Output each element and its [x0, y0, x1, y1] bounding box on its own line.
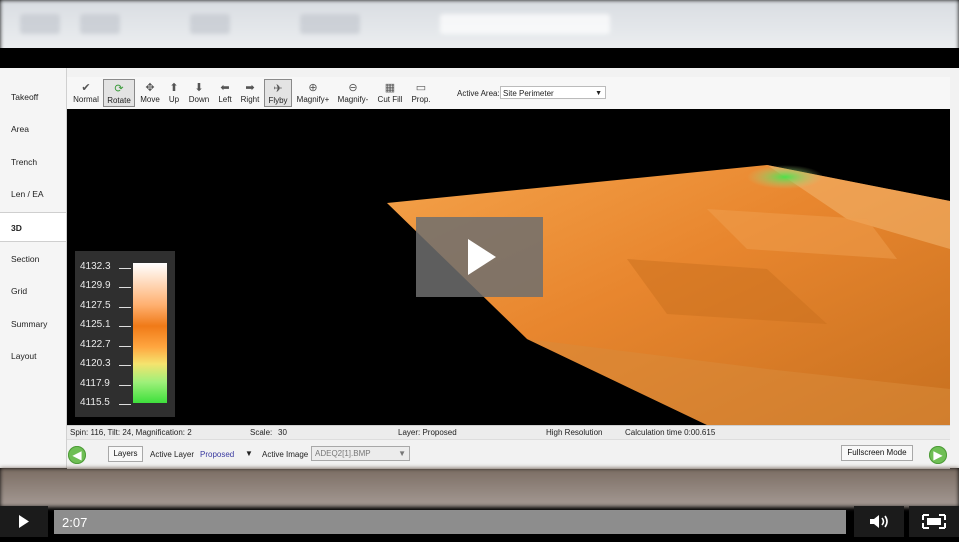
active-layer-label: Active Layer — [150, 450, 195, 459]
rotate-icon: ⟳ — [114, 83, 124, 95]
time-display: 2:07 — [62, 515, 88, 530]
magnify-plus-tool-button[interactable]: ⊕ Magnify+ — [295, 79, 331, 107]
properties-icon: ▭ — [415, 82, 427, 94]
scale-label: Scale: — [250, 428, 273, 437]
chevron-down-icon: ▼ — [595, 90, 602, 97]
blurred-footer — [0, 468, 959, 507]
legend-value: 4122.7 — [80, 339, 111, 350]
active-layer-select[interactable]: Proposed — [200, 450, 234, 459]
arrow-right-icon: ▶ — [933, 448, 943, 462]
chevron-down-icon: ▼ — [398, 449, 406, 458]
arrow-up-icon: ⬆ — [169, 82, 179, 94]
resolution-status: High Resolution — [546, 428, 603, 437]
active-image-label: Active Image — [262, 450, 309, 459]
progress-bar[interactable] — [54, 510, 846, 534]
sidebar-item-grid[interactable]: Grid — [0, 276, 66, 306]
scale-value: 30 — [278, 428, 287, 437]
zoom-out-icon: ⊖ — [348, 82, 358, 94]
cut-fill-icon: ▦ — [384, 82, 396, 94]
left-tool-button[interactable]: ⬅ Left — [215, 79, 235, 107]
legend-value: 4117.9 — [80, 378, 110, 389]
sidebar-item-area[interactable]: Area — [0, 114, 66, 144]
legend-value: 4125.1 — [80, 319, 111, 330]
sidebar-item-layout[interactable]: Layout — [0, 341, 66, 371]
magnify-minus-tool-button[interactable]: ⊖ Magnify- — [335, 79, 371, 107]
layer-status: Layer: Proposed — [398, 428, 457, 437]
view-status: Spin: 116, Tilt: 24, Magnification: 2 — [70, 428, 192, 437]
legend-value: 4127.5 — [80, 300, 111, 311]
right-tool-button[interactable]: ➡ Right — [238, 79, 262, 107]
checkmark-icon: ✔ — [81, 82, 91, 94]
sidebar-item-trench[interactable]: Trench — [0, 147, 66, 177]
zoom-in-icon: ⊕ — [308, 82, 318, 94]
sidebar: Takeoff Area Trench Len / EA 3D Section … — [0, 68, 67, 468]
play-button[interactable] — [0, 506, 48, 537]
legend-value: 4132.3 — [80, 261, 111, 272]
calc-time-status: Calculation time 0:00.615 — [625, 428, 716, 437]
volume-button[interactable] — [854, 506, 904, 537]
volume-icon — [870, 515, 888, 528]
play-icon — [19, 515, 29, 528]
properties-tool-button[interactable]: ▭ Prop. — [408, 79, 434, 107]
active-image-select[interactable]: ADEQ2[1].BMP ▼ — [311, 446, 410, 461]
status-bar: Spin: 116, Tilt: 24, Magnification: 2 Sc… — [67, 425, 950, 440]
blurred-header — [0, 0, 959, 55]
rotate-tool-button[interactable]: ⟳ Rotate — [103, 79, 135, 107]
legend-color-bar — [133, 263, 167, 403]
legend-value: 4129.9 — [80, 280, 111, 291]
sidebar-item-section[interactable]: Section — [0, 244, 66, 274]
move-tool-button[interactable]: ✥ Move — [138, 79, 162, 107]
sidebar-item-3d[interactable]: 3D — [0, 212, 66, 242]
layers-button[interactable]: Layers — [108, 446, 143, 462]
black-band — [0, 48, 959, 68]
active-area-select[interactable]: Site Perimeter ▼ — [500, 86, 606, 99]
normal-tool-button[interactable]: ✔ Normal — [71, 79, 101, 107]
chevron-down-icon[interactable]: ▼ — [245, 449, 253, 458]
flyby-icon: ✈ — [273, 83, 283, 95]
flyby-tool-button[interactable]: ✈ Flyby — [264, 79, 292, 107]
elevation-legend: 4132.3 4129.9 4127.5 4125.1 4122.7 4120.… — [75, 251, 175, 417]
sidebar-item-len-ea[interactable]: Len / EA — [0, 179, 66, 209]
arrow-left-icon: ◀ — [72, 448, 82, 462]
next-button[interactable]: ▶ — [929, 446, 947, 464]
legend-value: 4120.3 — [80, 358, 111, 369]
up-tool-button[interactable]: ⬆ Up — [164, 79, 184, 107]
fullscreen-icon — [922, 514, 946, 529]
legend-value: 4115.5 — [80, 397, 110, 408]
sidebar-item-takeoff[interactable]: Takeoff — [0, 82, 66, 112]
cut-fill-tool-button[interactable]: ▦ Cut Fill — [375, 79, 405, 107]
arrow-down-icon: ⬇ — [194, 82, 204, 94]
back-button[interactable]: ◀ — [68, 446, 86, 464]
toolbar: ✔ Normal ⟳ Rotate ✥ Move ⬆ Up ⬇ Down ⬅ Left ➡ R… — [67, 77, 950, 110]
fullscreen-button[interactable] — [909, 506, 959, 537]
down-tool-button[interactable]: ⬇ Down — [186, 79, 212, 107]
arrow-left-icon: ⬅ — [220, 82, 230, 94]
fullscreen-mode-button[interactable]: Fullscreen Mode — [841, 445, 913, 461]
active-area-label: Active Area: — [457, 89, 500, 98]
video-play-overlay[interactable] — [416, 217, 543, 297]
sidebar-item-summary[interactable]: Summary — [0, 309, 66, 339]
arrow-right-icon: ➡ — [245, 82, 255, 94]
play-icon — [468, 239, 496, 275]
move-icon: ✥ — [145, 82, 155, 94]
